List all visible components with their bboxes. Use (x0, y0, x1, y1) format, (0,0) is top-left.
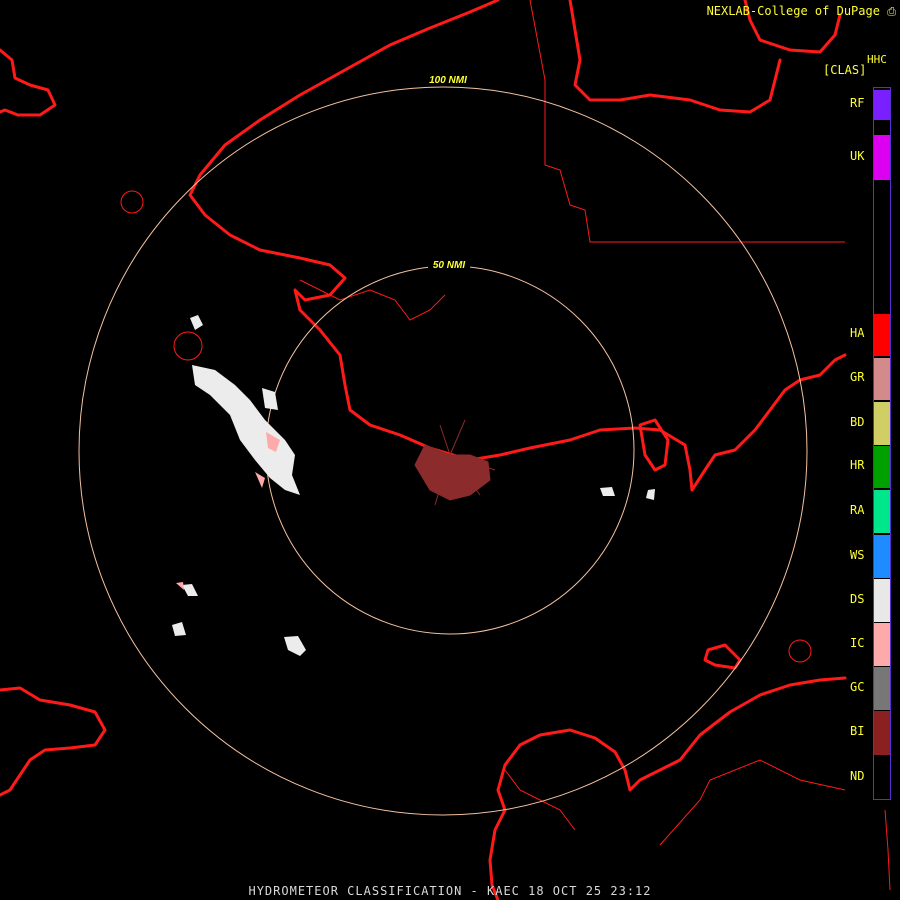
coastline-west-lower (0, 686, 107, 797)
legend-swatch-gc (874, 667, 890, 710)
legend-swatch-ha (874, 314, 890, 356)
legend-swatch-bd (874, 402, 890, 445)
legend-label-ic: IC (850, 635, 865, 650)
legend-swatch-hr (874, 446, 890, 488)
echo-biological (414, 419, 496, 506)
legend-label-bd: BD (850, 414, 865, 429)
legend-swatch-ic (874, 623, 890, 666)
lake-outline-3 (788, 639, 812, 663)
legend-label-bi: BI (850, 724, 865, 738)
legend-swatch-nd (874, 757, 890, 799)
lake-outline-1 (120, 190, 144, 214)
coastline-inner-2 (504, 769, 576, 831)
legend-label-ha: HA (850, 326, 865, 340)
coastline-south (518, 676, 847, 792)
legend-swatch-ws (874, 535, 890, 578)
legend-swatch-uk (874, 135, 890, 180)
legend-label-rf: RF (850, 96, 865, 110)
color-legend (873, 87, 891, 800)
legend-label-gc: GC (850, 679, 865, 694)
legend-label-ra: RA (850, 502, 865, 517)
coastline-north (188, 0, 662, 462)
legend-label-ws: WS (850, 547, 865, 562)
coastline-west-upper (0, 48, 57, 117)
product-code: HHC (867, 53, 887, 66)
legend-label-ds: DS (850, 591, 865, 606)
legend-swatch-bi (874, 711, 890, 755)
echo-dry-snow (172, 315, 655, 656)
legend-swatch-gr (874, 358, 890, 400)
legend-label-uk: UK (850, 148, 865, 163)
coastline-east (658, 353, 847, 492)
legend-label-hr: HR (850, 458, 865, 472)
legend-swatch-ds (874, 579, 890, 622)
ring-label-50: 50 NMI (433, 260, 465, 271)
coastline-east-island (703, 643, 742, 670)
legend-swatch-ra (874, 490, 890, 533)
radar-map: 100 NMI 50 NMI (0, 0, 891, 900)
mode-label: [CLAS] (823, 63, 867, 77)
range-ring-50 (265, 265, 635, 635)
credit-text: NEXLAB-College of DuPage ⎙ (706, 4, 896, 18)
legend-label-nd: ND (850, 769, 865, 783)
coastline-south-peninsula (488, 743, 522, 900)
legend-label-gr: GR (850, 370, 865, 384)
boundary-line-2 (659, 759, 846, 846)
boundary-line-3 (884, 809, 891, 891)
product-title: HYDROMETEOR CLASSIFICATION - KAEC 18 OCT… (248, 884, 652, 898)
coastline-inner (299, 279, 446, 321)
ring-label-100: 100 NMI (429, 75, 467, 86)
lake-outline-2 (173, 331, 203, 361)
legend-swatch-rf (874, 90, 890, 120)
